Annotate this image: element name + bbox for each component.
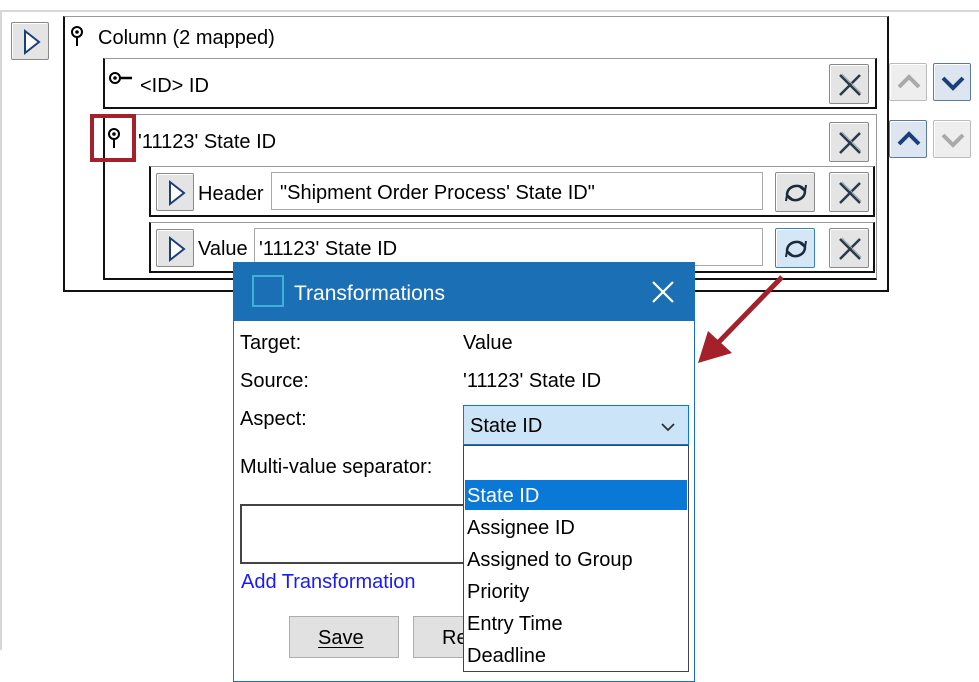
dialog-title: Transformations — [294, 282, 445, 305]
chevron-down-icon — [661, 423, 675, 432]
column-label: Column (2 mapped) — [98, 27, 275, 49]
aspect-option[interactable]: Entry Time — [465, 608, 687, 638]
value-value-field[interactable]: '11123' State ID — [254, 228, 763, 266]
state-move-up-button[interactable] — [889, 120, 927, 158]
delete-icon — [839, 181, 862, 204]
header-transform-button[interactable] — [775, 172, 815, 212]
pin-icon — [108, 128, 120, 148]
state-row-label: '11123' State ID — [138, 131, 277, 153]
state-delete-button[interactable] — [829, 122, 869, 162]
transform-icon — [785, 184, 807, 202]
aspect-option[interactable]: Assignee ID — [465, 512, 687, 542]
header-label: Header — [198, 183, 264, 205]
value-value-text: '11123' State ID — [259, 238, 398, 260]
aspect-option-label: Entry Time — [467, 613, 563, 635]
id-row-label: <ID> ID — [140, 75, 209, 97]
id-move-down-button[interactable] — [933, 63, 971, 101]
aspect-select[interactable]: State ID — [463, 405, 689, 445]
aspect-dropdown-list: State ID Assignee ID Assigned to Group P… — [463, 445, 689, 672]
arrow-down-icon — [941, 76, 965, 91]
add-transformation-link[interactable]: Add Transformation — [241, 572, 416, 592]
key-icon — [109, 72, 132, 84]
header-delete-button[interactable] — [829, 172, 869, 212]
save-button-label: Save — [318, 627, 364, 649]
value-expand-button[interactable] — [156, 229, 194, 267]
aspect-label: Aspect: — [240, 408, 307, 430]
header-value-text: "Shipment Order Process' State ID" — [280, 182, 595, 204]
aspect-selected-text: State ID — [470, 415, 543, 437]
id-row — [103, 58, 877, 109]
annotation-arrow — [698, 275, 784, 363]
arrow-down-icon — [941, 133, 965, 148]
id-delete-button[interactable] — [829, 64, 869, 104]
delete-icon — [839, 131, 862, 154]
arrow-up-icon — [897, 131, 921, 146]
aspect-option[interactable]: Assigned to Group — [465, 544, 687, 574]
aspect-option[interactable]: Priority — [465, 576, 687, 606]
value-delete-button[interactable] — [829, 228, 869, 268]
target-label: Target: — [240, 332, 302, 354]
dialog-app-icon — [252, 275, 284, 307]
id-move-up-button[interactable] — [889, 63, 927, 101]
aspect-option-label: Deadline — [467, 645, 546, 667]
column-expand-button[interactable] — [11, 22, 49, 60]
transformations-list[interactable] — [240, 504, 472, 564]
aspect-option-label: Assignee ID — [467, 517, 575, 539]
aspect-option-label: State ID — [467, 485, 540, 507]
source-label: Source: — [240, 370, 309, 392]
arrow-up-icon — [897, 74, 921, 89]
aspect-option[interactable]: State ID — [465, 480, 687, 510]
delete-icon — [839, 73, 862, 96]
delete-icon — [839, 237, 862, 260]
left-divider — [0, 10, 2, 650]
expand-arrow-icon — [169, 179, 186, 207]
pin-icon — [71, 26, 83, 46]
aspect-option[interactable]: Deadline — [465, 640, 687, 670]
value-label: Value — [198, 238, 248, 260]
expand-arrow-icon — [24, 28, 41, 56]
source-value: '11123' State ID — [463, 370, 602, 392]
state-move-down-button[interactable] — [933, 120, 971, 158]
value-transform-button[interactable] — [775, 228, 815, 268]
header-value-field[interactable]: "Shipment Order Process' State ID" — [271, 172, 763, 210]
target-value: Value — [463, 332, 513, 354]
transform-icon — [785, 240, 807, 258]
top-divider — [0, 10, 979, 12]
aspect-option-label: Priority — [467, 581, 530, 603]
multivalue-label: Multi-value separator: — [240, 456, 433, 478]
header-expand-button[interactable] — [156, 173, 194, 211]
save-button[interactable]: Save — [289, 616, 399, 658]
aspect-option-label: Assigned to Group — [467, 549, 633, 571]
close-icon[interactable] — [649, 278, 677, 306]
expand-arrow-icon — [169, 235, 186, 263]
